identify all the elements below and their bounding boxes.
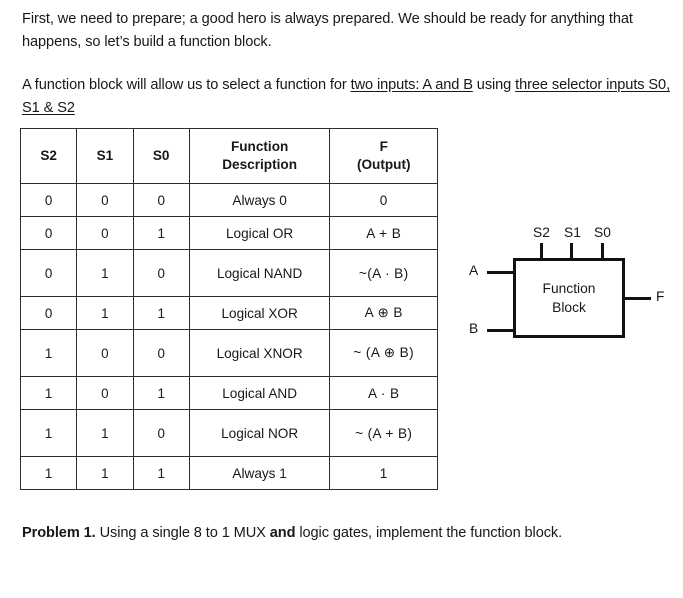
table-row: 1 1 1 Always 11 — [19, 456, 438, 490]
cell-f: ~ (A ⊕ B) — [329, 329, 438, 377]
cell-s1: 1 — [76, 249, 134, 297]
function-block-label-line2: Block — [552, 300, 586, 315]
cell-s0: 0 — [132, 409, 190, 457]
cell-f: 0 — [329, 183, 438, 217]
header-f-output: F (Output) — [329, 128, 438, 184]
cell-f: 1 — [329, 456, 438, 490]
header-s2: S2 — [19, 128, 78, 184]
spec-inputs-underlined: two inputs: A and B — [350, 77, 473, 93]
spec-middle-text: using — [472, 77, 516, 93]
output-wire-f — [623, 297, 651, 300]
cell-s0: 1 — [132, 216, 190, 250]
input-label-a: A — [469, 263, 479, 278]
function-block-label-line1: Function — [542, 281, 596, 296]
cell-description: Logical AND — [188, 376, 331, 410]
cell-description: Always 0 — [188, 183, 331, 217]
cell-s0: 1 — [132, 296, 190, 330]
selector-label-s0: S0 — [594, 225, 611, 240]
table-row: 0 0 1 Logical OR A + B — [19, 216, 438, 250]
table-row: 0 1 0 Logical NAND ~(A · B) — [19, 249, 438, 297]
cell-s2: 1 — [19, 456, 78, 490]
header-s1: S1 — [76, 128, 134, 184]
selector-wire-s2 — [540, 243, 543, 259]
cell-description: Logical XOR — [188, 296, 331, 330]
cell-f: A ⊕ B — [329, 296, 438, 330]
header-s0: S0 — [132, 128, 190, 184]
cell-f: A + B — [329, 216, 438, 250]
header-function-description: Function Description — [188, 128, 331, 184]
input-label-b: B — [469, 321, 479, 336]
spec-paragraph: A function block will allow us to select… — [22, 74, 672, 120]
cell-description: Always 1 — [188, 456, 331, 490]
cell-s2: 1 — [19, 329, 78, 377]
function-block-box: Function Block — [513, 258, 625, 338]
function-block-diagram: S2 S1 S0 A B F Function Block — [465, 225, 680, 350]
cell-s1: 1 — [76, 456, 134, 490]
cell-s1: 1 — [76, 296, 134, 330]
cell-s1: 1 — [76, 409, 134, 457]
header-function-description-line1: Function — [230, 139, 289, 154]
table-row: 1 0 0 Logical XNOR ~ (A ⊕ B) — [19, 329, 438, 377]
function-truth-table: S2 S1 S0 Function Description F (Output)… — [19, 128, 438, 490]
cell-s0: 1 — [132, 376, 190, 410]
cell-description: Logical NOR — [188, 409, 331, 457]
table-row: 0 1 1 Logical XOR A ⊕ B — [19, 296, 438, 330]
cell-description: Logical XNOR — [188, 329, 331, 377]
spec-lead-text: A function block will allow us to select… — [22, 77, 351, 93]
cell-f: ~ (A + B) — [329, 409, 438, 457]
output-label-f: F — [656, 289, 665, 304]
selector-wire-s1 — [570, 243, 573, 259]
cell-s2: 0 — [19, 216, 78, 250]
selector-wire-s0 — [601, 243, 604, 259]
truth-table-body: 0 0 0 Always 0 0 0 0 1 Logical OR A + B 0 1 0 Logical… — [19, 183, 438, 490]
table-row: 1 0 1 Logical AND A · B — [19, 376, 438, 410]
problem-text-before: Using a single 8 to 1 MUX — [95, 525, 270, 541]
table-row: 1 1 0 Logical NOR ~ (A + B) — [19, 409, 438, 457]
cell-s2: 0 — [19, 296, 78, 330]
cell-s1: 0 — [76, 216, 134, 250]
cell-s1: 0 — [76, 329, 134, 377]
header-function-description-line2: Description — [222, 157, 298, 172]
cell-description: Logical OR — [188, 216, 331, 250]
cell-s1: 0 — [76, 376, 134, 410]
cell-s1: 0 — [76, 183, 134, 217]
cell-s2: 0 — [19, 183, 78, 217]
cell-f: A · B — [329, 376, 438, 410]
selector-label-s2: S2 — [533, 225, 550, 240]
problem-statement: Problem 1. Using a single 8 to 1 MUX and… — [22, 522, 672, 544]
problem-text-after: logic gates, implement the function bloc… — [295, 525, 563, 541]
cell-s0: 0 — [132, 183, 190, 217]
cell-s0: 0 — [132, 329, 190, 377]
cell-s0: 1 — [132, 456, 190, 490]
cell-description: Logical NAND — [188, 249, 331, 297]
cell-s2: 1 — [19, 409, 78, 457]
problem-bold-word: and — [269, 525, 296, 541]
table-header-row: S2 S1 S0 Function Description F (Output) — [19, 128, 438, 184]
problem-label: Problem 1. — [22, 525, 96, 541]
input-wire-a — [487, 271, 515, 274]
input-wire-b — [487, 329, 515, 332]
cell-s2: 0 — [19, 249, 78, 297]
cell-s0: 0 — [132, 249, 190, 297]
header-f-output-line1: F — [379, 139, 388, 154]
table-row: 0 0 0 Always 00 — [19, 183, 438, 217]
intro-paragraph: First, we need to prepare; a good hero i… — [22, 11, 633, 50]
header-f-output-line2: (Output) — [356, 157, 411, 172]
cell-f: ~(A · B) — [329, 249, 438, 297]
selector-label-s1: S1 — [564, 225, 581, 240]
cell-s2: 1 — [19, 376, 78, 410]
